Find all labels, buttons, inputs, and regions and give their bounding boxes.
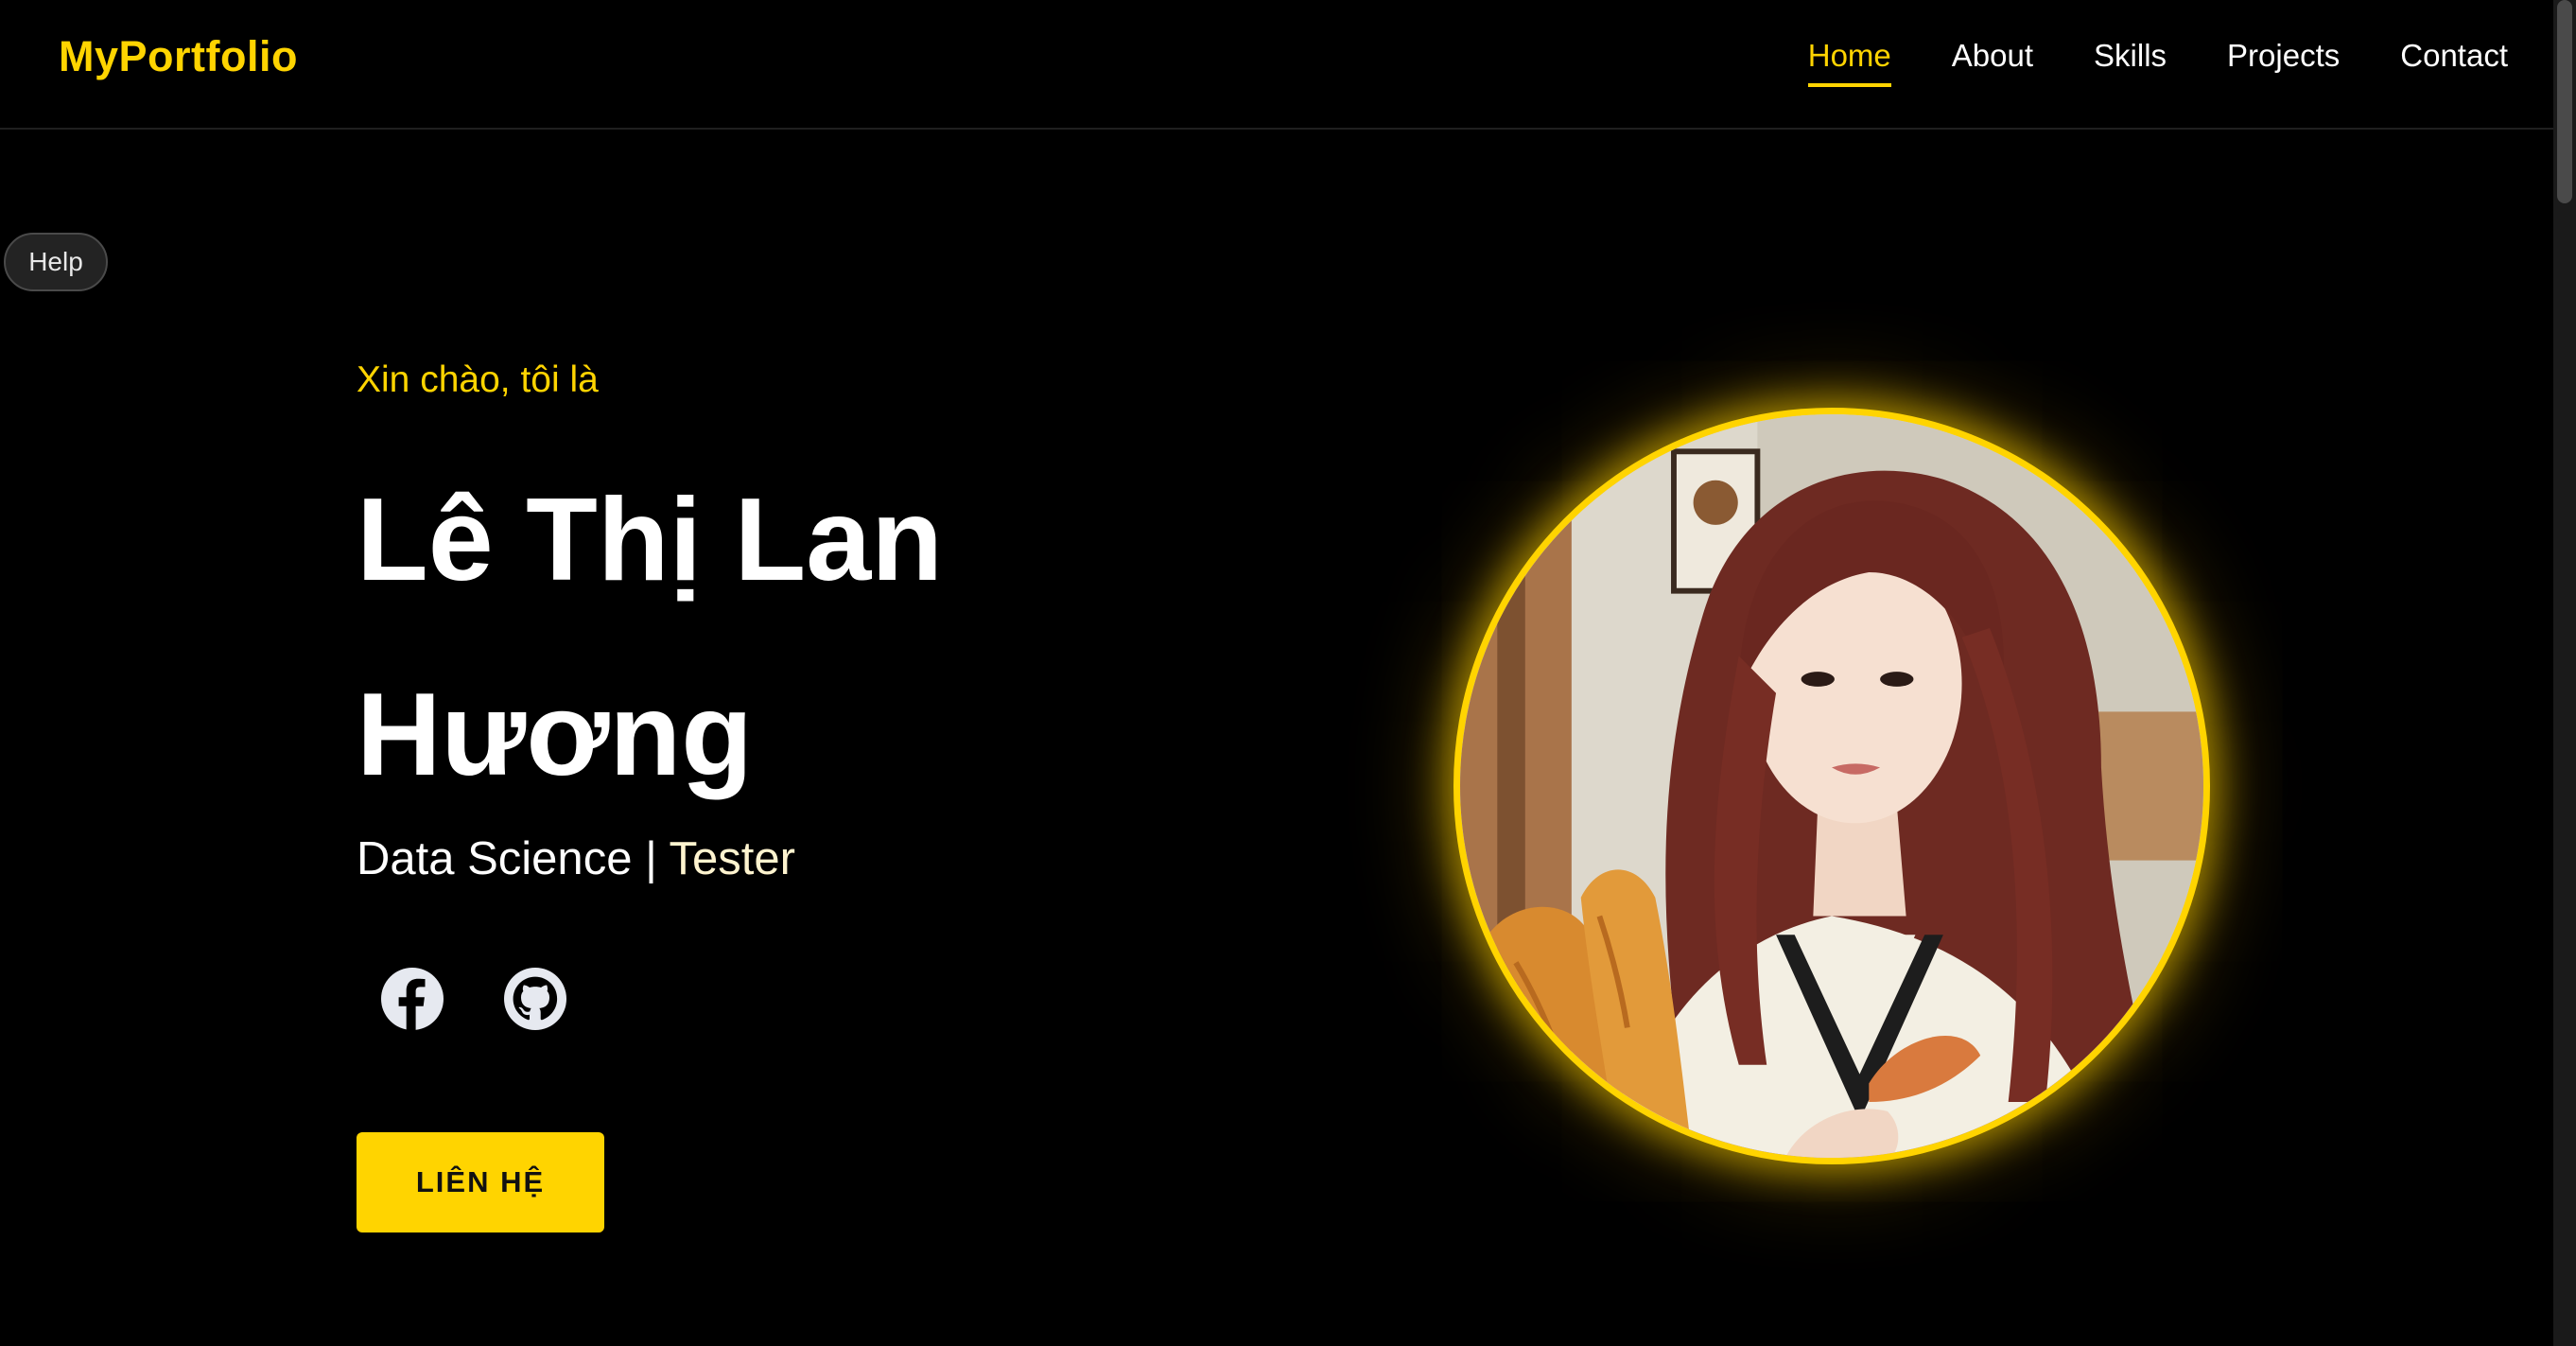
nav-contact[interactable]: Contact [2400, 38, 2508, 87]
contact-cta-button[interactable]: LIÊN HỆ [357, 1132, 604, 1232]
hero-name: Lê Thị Lan Hương [357, 443, 1075, 832]
hero-name-line2: Hương [357, 670, 753, 800]
scrollbar-thumb[interactable] [2557, 0, 2572, 203]
navbar: MyPortfolio Home About Skills Projects C… [0, 0, 2576, 130]
profile-photo-illustration [1460, 414, 2203, 1158]
hero-roles: Data Science | Tester [357, 832, 795, 885]
github-link[interactable] [501, 965, 569, 1033]
help-button[interactable]: Help [4, 233, 108, 291]
portfolio-page: MyPortfolio Home About Skills Projects C… [0, 0, 2576, 1346]
nav-projects[interactable]: Projects [2227, 38, 2340, 87]
role-separator: | [645, 833, 657, 884]
profile-photo [1453, 408, 2210, 1164]
role-data-science: Data Science [357, 833, 633, 884]
github-icon [504, 968, 566, 1030]
nav-about[interactable]: About [1952, 38, 2033, 87]
nav-home[interactable]: Home [1807, 38, 1891, 87]
nav-skills[interactable]: Skills [2094, 38, 2167, 87]
site-logo[interactable]: MyPortfolio [59, 32, 298, 81]
hero-name-line1: Lê Thị Lan [357, 475, 943, 605]
social-links [378, 965, 569, 1033]
facebook-icon [381, 968, 444, 1030]
hero-greeting: Xin chào, tôi là [357, 359, 599, 400]
facebook-link[interactable] [378, 965, 446, 1033]
nav-links: Home About Skills Projects Contact [1748, 38, 2508, 87]
role-tester: Tester [669, 833, 795, 884]
page-scrollbar[interactable] [2553, 0, 2576, 1346]
